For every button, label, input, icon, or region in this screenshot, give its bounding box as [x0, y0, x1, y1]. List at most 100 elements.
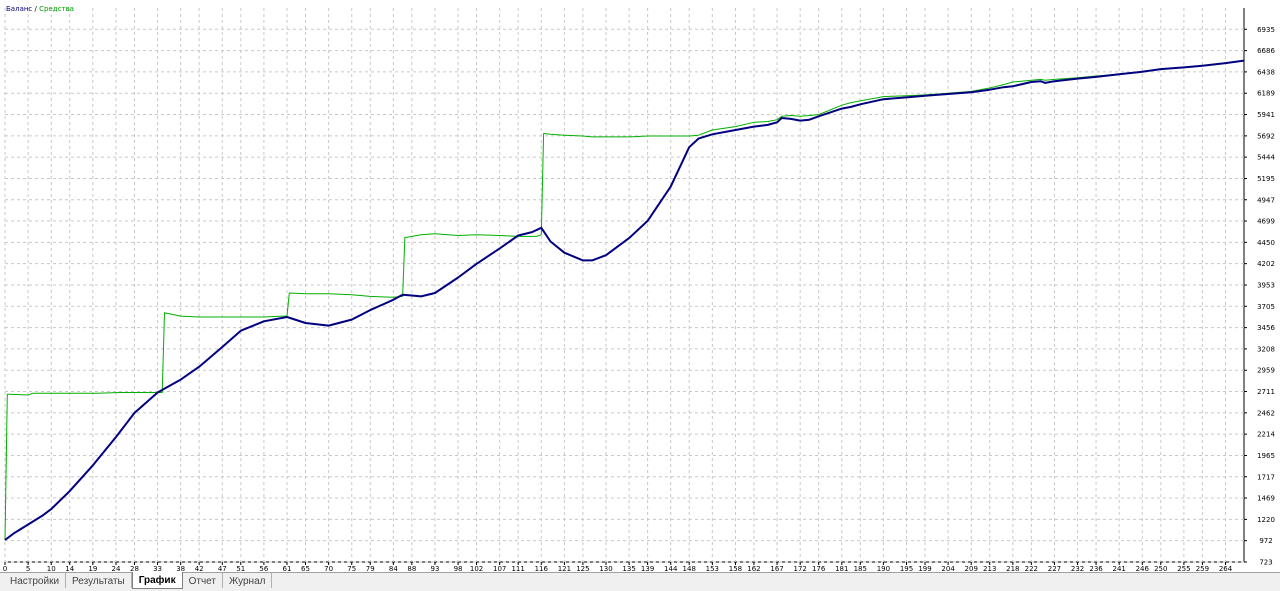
x-tick-label: 148: [683, 565, 696, 572]
balance-line: [4, 59, 1245, 541]
tab-results[interactable]: Результаты: [66, 573, 132, 588]
x-tick-label: 144: [664, 565, 678, 572]
x-tick-label: 70: [324, 565, 333, 572]
x-tick-label: 167: [770, 565, 783, 572]
x-tick-label: 38: [176, 565, 185, 572]
x-tick-label: 213: [983, 565, 996, 572]
x-tick-label: 65: [301, 565, 310, 572]
y-tick-label: 3456: [1257, 324, 1275, 332]
y-tick-label: 5195: [1257, 175, 1275, 183]
x-axis-ticks: 0 5 10 14 19 24 28 33 38 42 47 51 56 61 65 70 75 79 84 88 93…: [3, 562, 1233, 572]
y-tick-label: 6438: [1257, 68, 1275, 76]
x-tick-label: 47: [218, 565, 227, 572]
y-tick-label: 6686: [1257, 47, 1275, 55]
x-tick-label: 51: [236, 565, 245, 572]
x-tick-label: 255: [1177, 565, 1190, 572]
x-tick-label: 116: [535, 565, 549, 572]
x-tick-label: 218: [1006, 565, 1019, 572]
chart-legend: Баланс / Средства: [6, 5, 74, 13]
x-tick-label: 139: [641, 565, 654, 572]
y-tick-label: 4202: [1257, 260, 1275, 268]
y-tick-label: 723: [1259, 559, 1272, 567]
y-tick-label: 1965: [1257, 452, 1275, 460]
tab-bar: Настройки Результаты График Отчет Журнал: [0, 572, 1280, 591]
x-tick-label: 241: [1112, 565, 1125, 572]
y-tick-label: 5444: [1257, 154, 1275, 162]
x-tick-label: 185: [854, 565, 867, 572]
x-tick-label: 199: [918, 565, 931, 572]
x-tick-label: 232: [1071, 565, 1084, 572]
y-tick-label: 5692: [1257, 132, 1275, 140]
x-tick-label: 24: [111, 565, 120, 572]
x-tick-label: 42: [195, 565, 204, 572]
x-tick-label: 88: [407, 565, 416, 572]
x-tick-label: 84: [389, 565, 398, 572]
y-tick-label: 5941: [1257, 111, 1275, 119]
x-tick-label: 125: [576, 565, 589, 572]
x-tick-label: 162: [747, 565, 760, 572]
tab-journal[interactable]: Журнал: [223, 573, 273, 588]
y-tick-label: 1469: [1257, 495, 1275, 503]
x-tick-label: 93: [430, 565, 439, 572]
y-tick-label: 6189: [1257, 90, 1275, 98]
x-tick-label: 190: [877, 565, 890, 572]
x-tick-label: 222: [1025, 565, 1038, 572]
y-tick-label: 3705: [1257, 303, 1275, 311]
x-tick-label: 111: [511, 565, 524, 572]
x-tick-label: 5: [26, 565, 30, 572]
x-tick-label: 135: [622, 565, 635, 572]
x-tick-label: 102: [470, 565, 483, 572]
y-tick-label: 2711: [1257, 388, 1275, 396]
y-tick-label: 4450: [1257, 239, 1275, 247]
x-tick-label: 172: [793, 565, 806, 572]
y-tick-label: 4699: [1257, 218, 1275, 226]
x-tick-label: 204: [941, 565, 955, 572]
x-tick-label: 176: [812, 565, 826, 572]
y-tick-label: 2214: [1257, 431, 1275, 439]
y-tick-label: 2959: [1257, 367, 1275, 375]
x-tick-label: 209: [965, 565, 978, 572]
y-tick-label: 4947: [1257, 196, 1275, 204]
x-tick-label: 33: [153, 565, 162, 572]
y-tick-label: 1220: [1257, 516, 1275, 524]
x-tick-label: 19: [88, 565, 97, 572]
y-tick-label: 1717: [1257, 473, 1275, 481]
x-tick-label: 10: [47, 565, 56, 572]
x-tick-label: 227: [1048, 565, 1061, 572]
y-tick-label: 6935: [1257, 26, 1275, 34]
y-axis-ticks: 723 972 1220 1469 1717 1965 2214 2462 2711 2959 32…: [1244, 26, 1275, 567]
x-tick-label: 28: [130, 565, 139, 572]
legend-balance: Баланс: [6, 5, 33, 13]
x-tick-label: 0: [3, 565, 7, 572]
y-tick-label: 3953: [1257, 282, 1275, 290]
x-tick-label: 246: [1136, 565, 1150, 572]
x-tick-label: 56: [259, 565, 268, 572]
x-tick-label: 158: [729, 565, 742, 572]
legend-equity: Средства: [39, 5, 74, 13]
x-tick-label: 236: [1089, 565, 1103, 572]
y-tick-label: 972: [1259, 537, 1272, 545]
series-layer: [4, 59, 1245, 541]
x-tick-label: 250: [1154, 565, 1167, 572]
x-tick-label: 75: [347, 565, 356, 572]
y-tick-label: 3208: [1257, 345, 1275, 353]
equity-line: [4, 60, 1245, 541]
x-tick-label: 259: [1196, 565, 1209, 572]
x-tick-label: 130: [599, 565, 612, 572]
x-tick-label: 79: [366, 565, 375, 572]
tab-report[interactable]: Отчет: [183, 573, 223, 588]
y-tick-label: 2462: [1257, 409, 1275, 417]
x-tick-label: 195: [900, 565, 913, 572]
x-tick-label: 264: [1219, 565, 1233, 572]
x-tick-label: 121: [558, 565, 571, 572]
tab-graph[interactable]: График: [131, 572, 183, 589]
x-tick-label: 181: [835, 565, 848, 572]
tab-settings[interactable]: Настройки: [4, 573, 67, 588]
x-tick-label: 14: [65, 565, 74, 572]
x-tick-label: 153: [706, 565, 719, 572]
equity-balance-chart: 0 5 10 14 19 24 28 33 38 42 47 51 56 61 65 70 75 79 84 88 93…: [3, 8, 1275, 572]
grid: [4, 8, 1245, 563]
chart-area: 0 5 10 14 19 24 28 33 38 42 47 51 56 61 65 70 75 79 84 88 93…: [0, 0, 1280, 572]
x-tick-label: 107: [493, 565, 506, 572]
x-tick-label: 61: [283, 565, 292, 572]
